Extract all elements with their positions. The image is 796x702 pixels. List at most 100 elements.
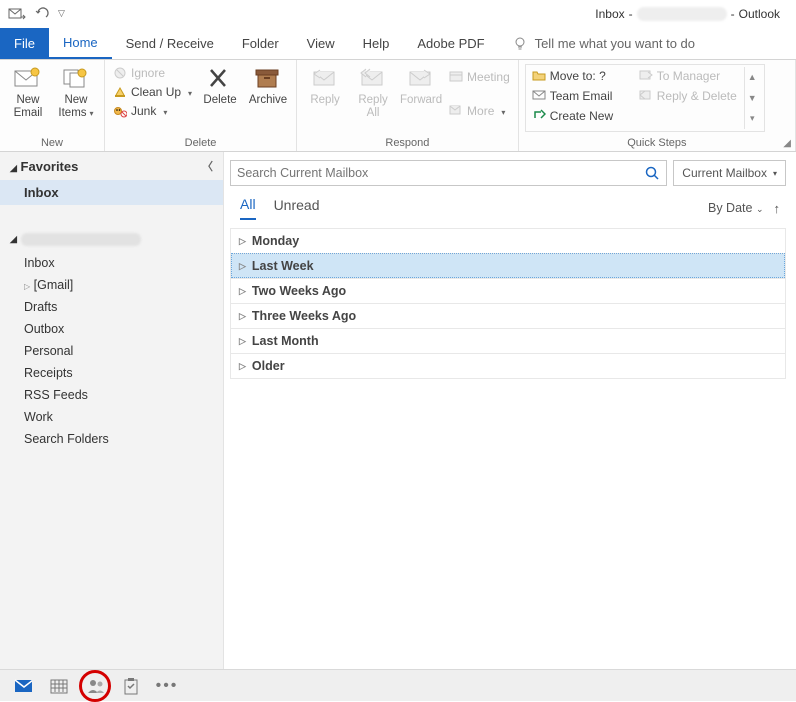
qs-move-to[interactable]: Move to: ? — [530, 67, 637, 85]
mail-view-icon[interactable] — [14, 677, 32, 695]
qs-reply-delete[interactable]: Reply & Delete — [637, 87, 744, 105]
reply-delete-icon — [639, 89, 653, 103]
new-email-icon — [13, 66, 43, 92]
favorites-header[interactable]: ◢ Favorites 〈 — [0, 152, 223, 180]
reply-all-icon — [358, 66, 388, 92]
filter-all[interactable]: All — [240, 196, 256, 220]
folder-receipts[interactable]: Receipts — [0, 362, 223, 384]
sort-direction-icon[interactable]: ↑ — [774, 201, 781, 216]
group-two-weeks[interactable]: ▷Two Weeks Ago — [231, 278, 785, 303]
expand-icon: ▷ — [239, 286, 246, 297]
group-last-week[interactable]: ▷Last Week — [231, 253, 785, 278]
expand-icon: ▷ — [239, 236, 246, 247]
tab-folder[interactable]: Folder — [228, 28, 293, 59]
qs-team-email[interactable]: Team Email — [530, 87, 637, 105]
new-items-icon — [61, 66, 91, 92]
fav-inbox[interactable]: Inbox — [0, 180, 223, 205]
group-last-month[interactable]: ▷Last Month — [231, 328, 785, 353]
search-input[interactable] — [237, 166, 644, 180]
search-box[interactable] — [230, 160, 667, 186]
ignore-button[interactable]: Ignore — [111, 64, 194, 82]
tab-view[interactable]: View — [293, 28, 349, 59]
group-label-quicksteps: Quick Steps — [525, 137, 789, 151]
folder-work[interactable]: Work — [0, 406, 223, 428]
tab-help[interactable]: Help — [349, 28, 404, 59]
tell-me[interactable]: Tell me what you want to do — [499, 28, 709, 59]
tab-send-receive[interactable]: Send / Receive — [112, 28, 228, 59]
search-icon[interactable] — [644, 165, 660, 181]
lightbulb-icon — [513, 36, 527, 52]
tab-file[interactable]: File — [0, 28, 49, 59]
meeting-button[interactable]: Meeting — [447, 68, 512, 86]
reply-button[interactable]: Reply — [303, 64, 347, 107]
tab-adobe-pdf[interactable]: Adobe PDF — [403, 28, 498, 59]
new-items-button[interactable]: New Items — [54, 64, 98, 119]
people-highlight-circle — [79, 670, 111, 702]
qs-to-manager[interactable]: To Manager — [637, 67, 744, 85]
ribbon-group-respond: Reply Reply All Forward Meeting More Res… — [297, 60, 519, 151]
folder-gmail[interactable]: ▷ [Gmail] — [0, 274, 223, 296]
archive-icon — [253, 66, 283, 92]
folder-personal[interactable]: Personal — [0, 340, 223, 362]
delete-icon — [205, 66, 235, 92]
tasks-view-icon[interactable] — [122, 677, 140, 695]
ribbon: New Email New Items New Ignore Clean Up … — [0, 60, 796, 152]
title-bar: ▽ Inbox - - Outlook — [0, 0, 796, 28]
forward-button[interactable]: Forward — [399, 64, 443, 107]
search-scope-dropdown[interactable]: Current Mailbox▾ — [673, 160, 786, 186]
more-icon — [449, 104, 463, 118]
filter-unread[interactable]: Unread — [274, 197, 320, 219]
sendreceive-qat-icon[interactable] — [8, 6, 26, 22]
nav-more-icon[interactable]: ••• — [158, 677, 176, 695]
qat-customize-icon[interactable]: ▽ — [58, 8, 65, 19]
cleanup-icon — [113, 85, 127, 99]
ribbon-group-new: New Email New Items New — [0, 60, 105, 151]
archive-button[interactable]: Archive — [246, 64, 290, 107]
message-list-pane: Current Mailbox▾ All Unread By Date ⌄ ↑ … — [224, 152, 796, 669]
date-groups: ▷Monday ▷Last Week ▷Two Weeks Ago ▷Three… — [230, 228, 786, 379]
folder-search-folders[interactable]: Search Folders — [0, 428, 223, 450]
reply-icon — [310, 66, 340, 92]
account-name-redacted — [637, 7, 727, 21]
ignore-icon — [113, 66, 127, 80]
window-title: Inbox - - Outlook — [595, 7, 780, 21]
calendar-view-icon[interactable] — [50, 677, 68, 695]
group-older[interactable]: ▷Older — [231, 353, 785, 378]
junk-icon — [113, 104, 127, 118]
collapse-pane-icon[interactable]: 〈 — [202, 158, 213, 174]
folder-drafts[interactable]: Drafts — [0, 296, 223, 318]
qs-scroll[interactable]: ▲▼▾ — [744, 67, 760, 129]
expand-icon: ▷ — [239, 336, 246, 347]
expand-icon: ▷ — [239, 361, 246, 372]
quick-access-toolbar: ▽ — [8, 6, 65, 22]
account-name-redacted — [21, 233, 141, 246]
tab-home[interactable]: Home — [49, 28, 112, 59]
junk-button[interactable]: Junk — [111, 102, 194, 120]
reply-all-button[interactable]: Reply All — [351, 64, 395, 119]
quicksteps-launcher-icon[interactable]: ◢ — [783, 138, 791, 149]
navigation-bar: ••• — [0, 669, 796, 701]
sort-by-date[interactable]: By Date ⌄ — [708, 201, 764, 215]
group-label-new: New — [6, 137, 98, 151]
folder-rss[interactable]: RSS Feeds — [0, 384, 223, 406]
undo-icon[interactable] — [34, 7, 50, 21]
expand-icon: ▷ — [239, 311, 246, 322]
delete-button[interactable]: Delete — [198, 64, 242, 107]
ribbon-tabs: File Home Send / Receive Folder View Hel… — [0, 28, 796, 60]
folder-inbox[interactable]: Inbox — [0, 252, 223, 274]
group-three-weeks[interactable]: ▷Three Weeks Ago — [231, 303, 785, 328]
qs-create-new[interactable]: Create New — [530, 107, 637, 125]
clean-up-button[interactable]: Clean Up — [111, 83, 194, 101]
more-respond-button[interactable]: More — [447, 102, 512, 120]
quick-steps-gallery[interactable]: Move to: ? Team Email Create New To Mana… — [525, 64, 765, 132]
group-label-delete: Delete — [111, 137, 290, 151]
group-label-respond: Respond — [303, 137, 512, 151]
group-monday[interactable]: ▷Monday — [231, 229, 785, 253]
people-view-icon[interactable] — [86, 677, 104, 695]
folder-outbox[interactable]: Outbox — [0, 318, 223, 340]
account-header[interactable]: ◢ — [0, 223, 223, 252]
team-email-icon — [532, 89, 546, 103]
new-email-button[interactable]: New Email — [6, 64, 50, 119]
folder-move-icon — [532, 69, 546, 83]
forward-icon — [406, 66, 436, 92]
